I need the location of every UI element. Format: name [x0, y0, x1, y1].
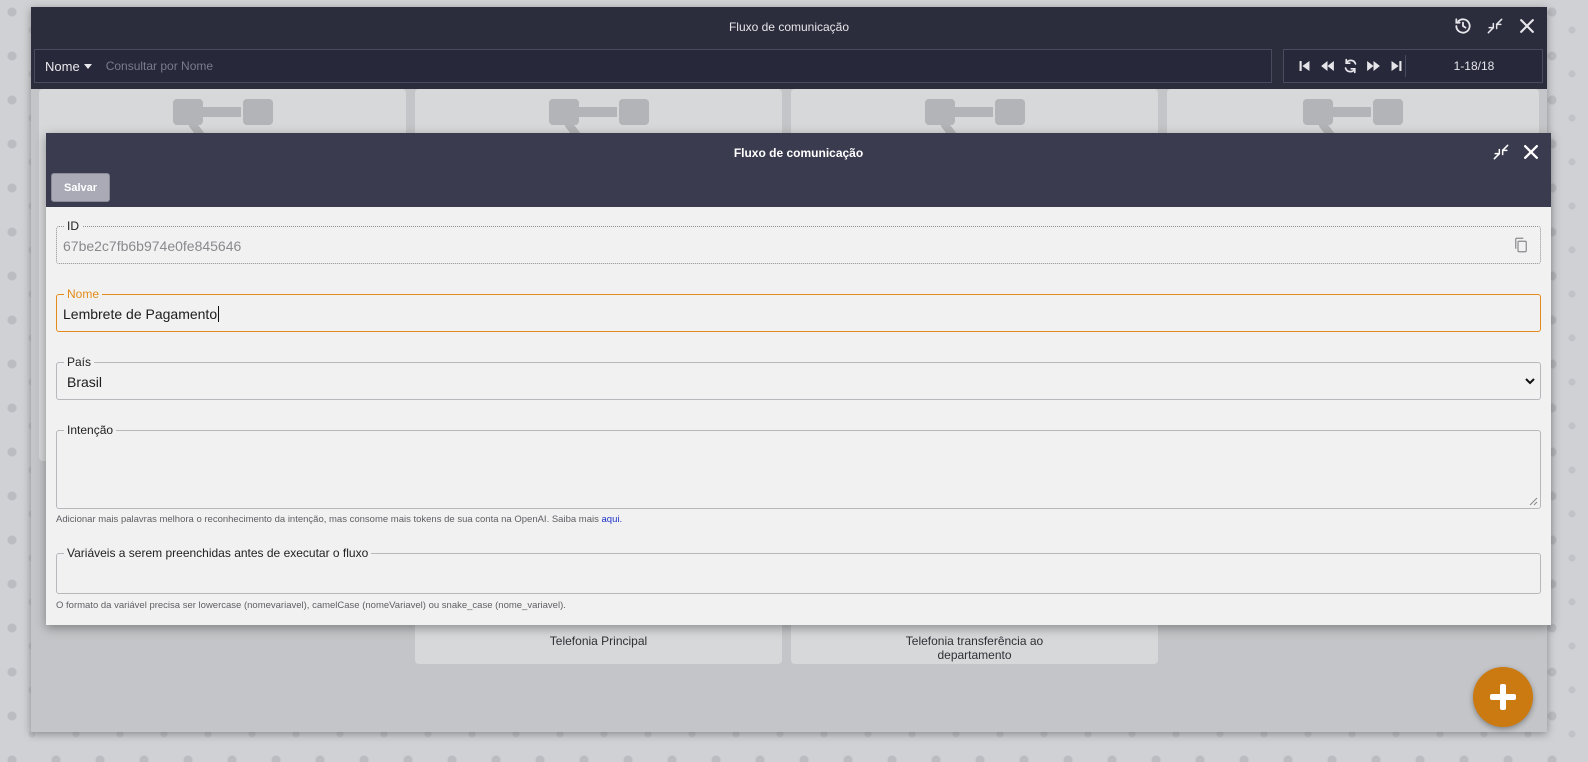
- flow-card-label: Telefonia Principal: [549, 634, 648, 648]
- caret-down-icon: [83, 63, 92, 69]
- plus-icon: [1490, 684, 1516, 710]
- nome-value-wrap: Lembrete de Pagamento: [63, 306, 220, 322]
- last-page-icon[interactable]: [1388, 57, 1405, 75]
- pager-buttons: [1284, 55, 1406, 77]
- pais-select[interactable]: País Brasil: [56, 355, 1541, 400]
- resize-handle-icon[interactable]: [1529, 497, 1538, 506]
- id-value: 67be2c7fb6b974e0fe845646: [63, 238, 242, 254]
- pais-selected-value: Brasil: [67, 374, 103, 390]
- previous-page-icon[interactable]: [1319, 57, 1336, 75]
- flow-card-label: Telefonia transferência ao departamento: [905, 634, 1044, 662]
- pais-label: País: [64, 355, 95, 369]
- intencao-hint: Adicionar mais palavras melhora o reconh…: [56, 514, 622, 525]
- collapse-icon[interactable]: [1491, 142, 1511, 162]
- search-field-label: Nome: [45, 58, 80, 74]
- nome-label: Nome: [64, 287, 103, 301]
- close-icon[interactable]: [1521, 142, 1541, 162]
- close-icon[interactable]: [1517, 16, 1537, 36]
- window-actions: [1453, 16, 1537, 36]
- search-field-select[interactable]: Nome: [35, 59, 100, 74]
- modal-header: Fluxo de comunicação Salvar: [46, 133, 1551, 207]
- variaveis-label: Variáveis a serem preenchidas antes de e…: [64, 546, 372, 560]
- pager-count: 1-18/18: [1453, 59, 1495, 73]
- nome-input-value[interactable]: Lembrete de Pagamento: [63, 306, 217, 322]
- refresh-icon[interactable]: [1342, 57, 1359, 75]
- search-input[interactable]: [99, 50, 1271, 82]
- add-flow-button[interactable]: [1473, 667, 1533, 727]
- window-title: Fluxo de comunicação: [728, 20, 850, 34]
- text-cursor: [218, 306, 220, 322]
- variaveis-hint: O formato da variável precisa ser lowerc…: [56, 600, 566, 611]
- intencao-label: Intenção: [64, 423, 117, 437]
- id-label: ID: [64, 219, 82, 233]
- modal-actions: [1491, 142, 1541, 162]
- history-icon[interactable]: [1453, 16, 1473, 36]
- chevron-down-icon: [1525, 378, 1535, 385]
- id-field: ID 67be2c7fb6b974e0fe845646: [56, 219, 1541, 264]
- first-page-icon[interactable]: [1296, 57, 1313, 75]
- intencao-textarea[interactable]: Intenção: [56, 423, 1541, 509]
- search-bar: Nome: [34, 49, 1272, 83]
- pager: 1-18/18: [1283, 49, 1543, 83]
- window-header: Fluxo de comunicação: [31, 7, 1547, 47]
- modal-form: ID 67be2c7fb6b974e0fe845646 Nome Lembret…: [46, 207, 1551, 625]
- nome-field[interactable]: Nome Lembrete de Pagamento: [56, 287, 1541, 332]
- flow-edit-modal: Fluxo de comunicação Salvar ID 67be2c7fb…: [46, 133, 1551, 625]
- collapse-icon[interactable]: [1485, 16, 1505, 36]
- modal-title: Fluxo de comunicação: [733, 146, 864, 160]
- toolbar: Nome 1-18/18: [31, 47, 1547, 89]
- learn-more-link[interactable]: aqui.: [602, 514, 623, 525]
- next-page-icon[interactable]: [1365, 57, 1382, 75]
- copy-icon[interactable]: [1512, 236, 1530, 254]
- save-button[interactable]: Salvar: [51, 173, 110, 202]
- intencao-hint-text: Adicionar mais palavras melhora o reconh…: [56, 514, 599, 525]
- variaveis-field[interactable]: Variáveis a serem preenchidas antes de e…: [56, 546, 1541, 594]
